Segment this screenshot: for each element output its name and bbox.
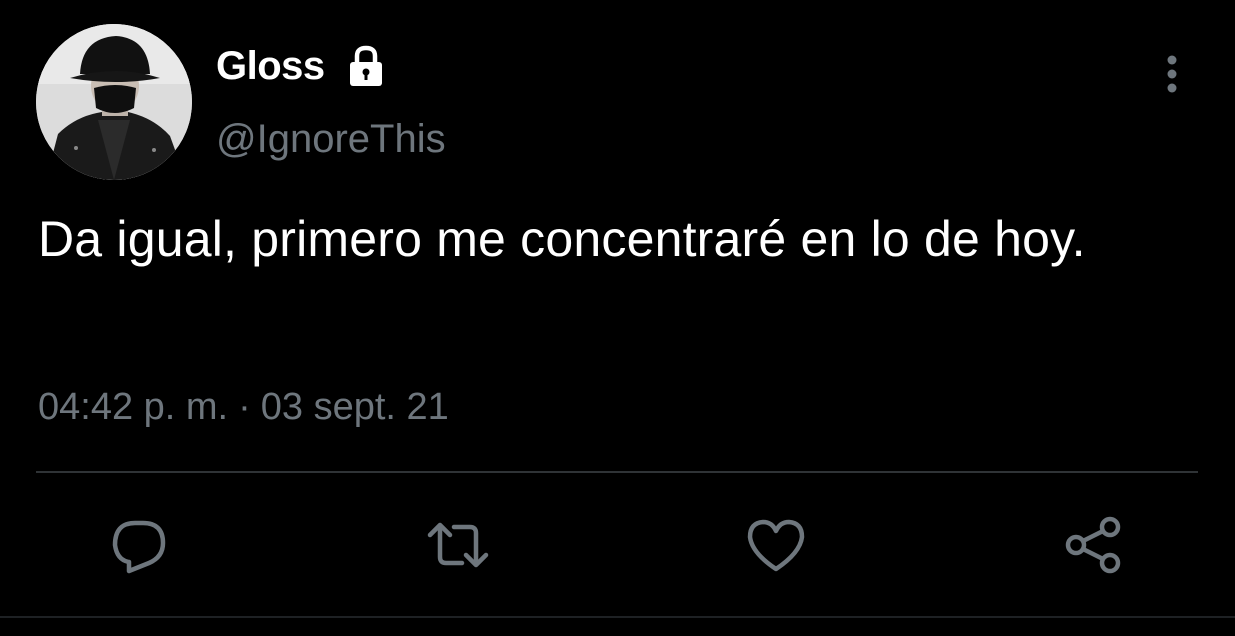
divider [36,471,1198,473]
retweet-button[interactable] [426,513,490,577]
avatar[interactable] [36,24,192,180]
tweet-date: 03 sept. 21 [260,386,449,428]
tweet-detail: Gloss @IgnoreThis Da igual, primero me c… [0,0,1235,636]
reply-icon [112,520,166,574]
display-name[interactable]: Gloss [216,44,325,89]
tweet-time: 04:42 p. m. [38,386,229,428]
timestamp-separator: · [238,386,251,428]
lock-icon [350,45,382,86]
bottom-divider [0,616,1235,618]
tweet-text: Da igual, primero me concentraré en lo d… [38,211,1086,267]
like-icon [747,519,805,572]
more-vertical-icon[interactable] [1150,52,1194,96]
like-button[interactable] [744,513,808,577]
user-handle[interactable]: @IgnoreThis [216,117,446,162]
share-icon [1065,516,1121,574]
tweet-timestamp[interactable]: 04:42 p. m. · 03 sept. 21 [38,386,449,429]
share-button[interactable] [1062,513,1126,577]
reply-button[interactable] [107,513,171,577]
retweet-icon [427,522,489,568]
